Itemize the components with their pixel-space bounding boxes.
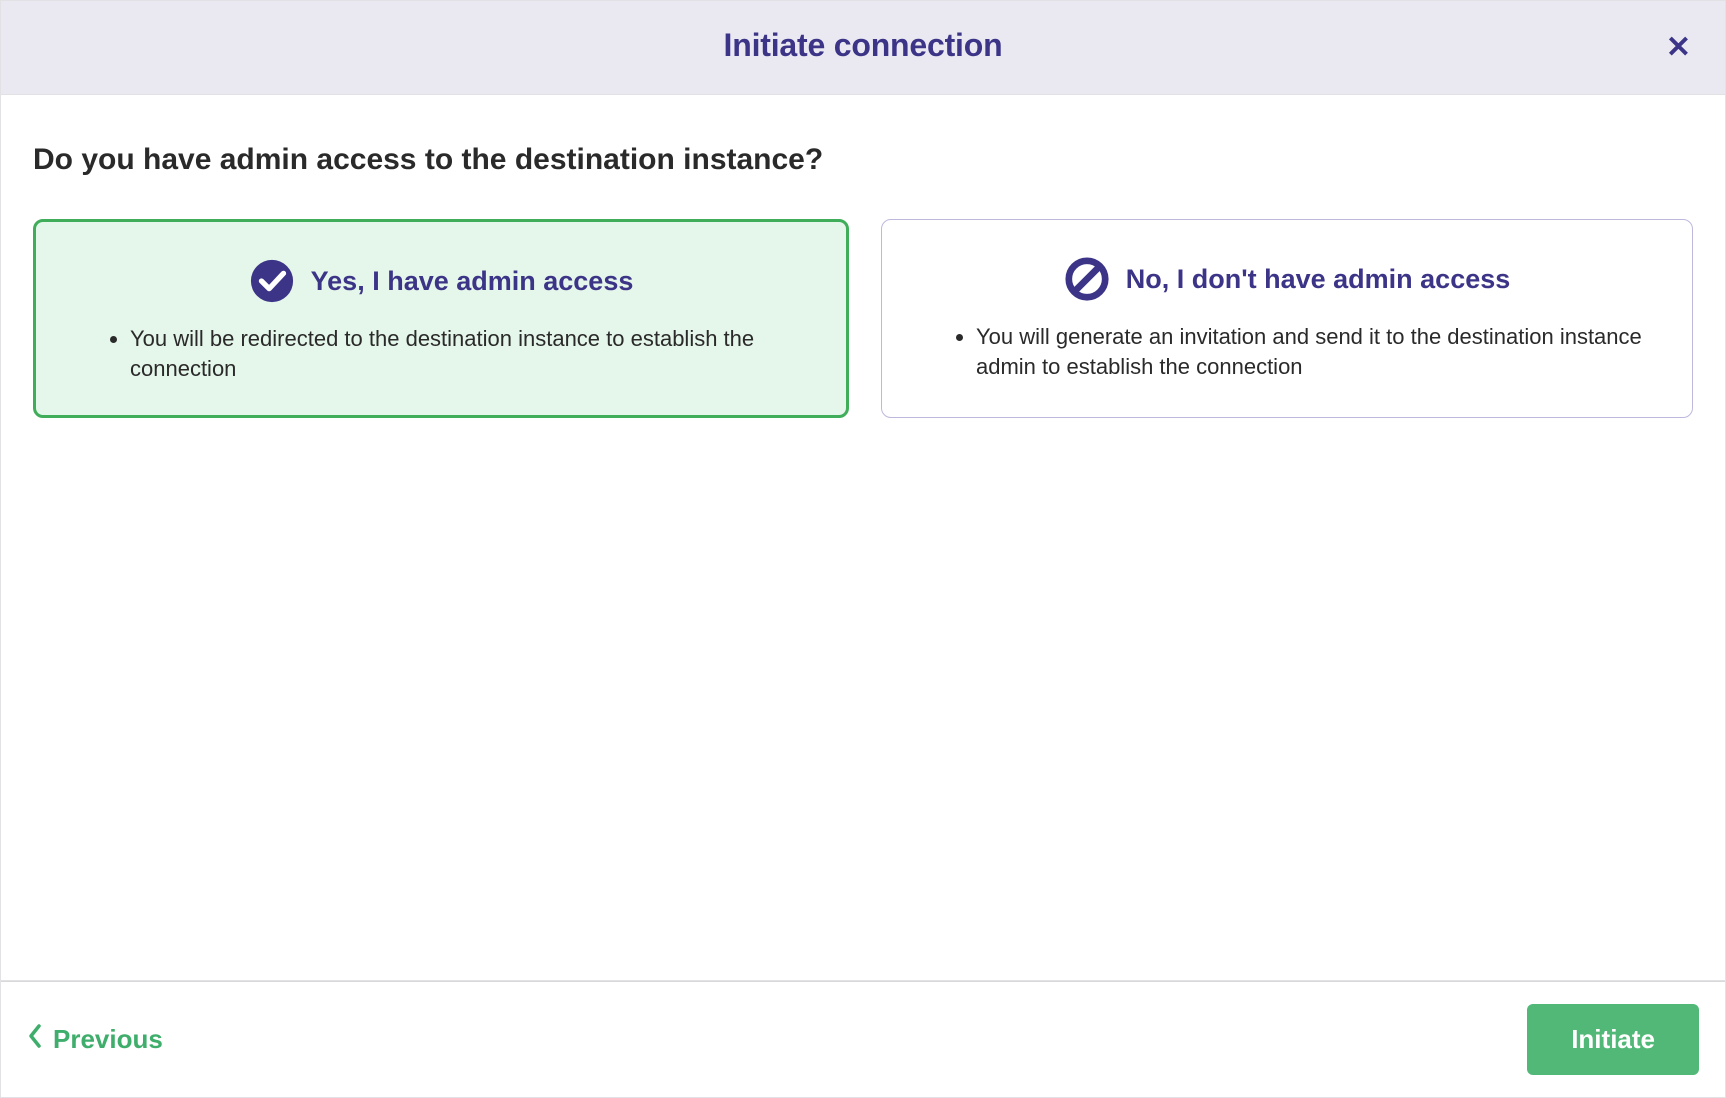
- dialog-title: Initiate connection: [1, 27, 1725, 64]
- initiate-connection-dialog: Initiate connection ✕ Do you have admin …: [0, 0, 1726, 1098]
- dialog-header: Initiate connection ✕: [1, 1, 1725, 95]
- close-icon: ✕: [1666, 31, 1691, 64]
- option-no-bullet-0: You will generate an invitation and send…: [976, 322, 1652, 381]
- option-head: Yes, I have admin access: [66, 258, 816, 304]
- option-yes-admin[interactable]: Yes, I have admin access You will be red…: [33, 219, 849, 418]
- option-no-title: No, I don't have admin access: [1126, 264, 1511, 295]
- previous-label: Previous: [53, 1024, 163, 1055]
- options-row: Yes, I have admin access You will be red…: [33, 219, 1693, 418]
- initiate-button[interactable]: Initiate: [1527, 1004, 1699, 1075]
- option-yes-bullets: You will be redirected to the destinatio…: [66, 324, 816, 383]
- dialog-body: Do you have admin access to the destinat…: [1, 95, 1725, 981]
- option-no-admin[interactable]: No, I don't have admin access You will g…: [881, 219, 1693, 418]
- option-yes-title: Yes, I have admin access: [311, 266, 634, 297]
- prohibit-icon: [1064, 256, 1110, 302]
- admin-access-question: Do you have admin access to the destinat…: [33, 143, 1693, 177]
- option-head: No, I don't have admin access: [912, 256, 1662, 302]
- option-yes-bullet-0: You will be redirected to the destinatio…: [130, 324, 806, 383]
- chevron-left-icon: [27, 1024, 43, 1055]
- check-circle-icon: [249, 258, 295, 304]
- dialog-footer: Previous Initiate: [1, 981, 1725, 1097]
- option-no-bullets: You will generate an invitation and send…: [912, 322, 1662, 381]
- previous-button[interactable]: Previous: [27, 1024, 163, 1055]
- close-button[interactable]: ✕: [1666, 33, 1691, 63]
